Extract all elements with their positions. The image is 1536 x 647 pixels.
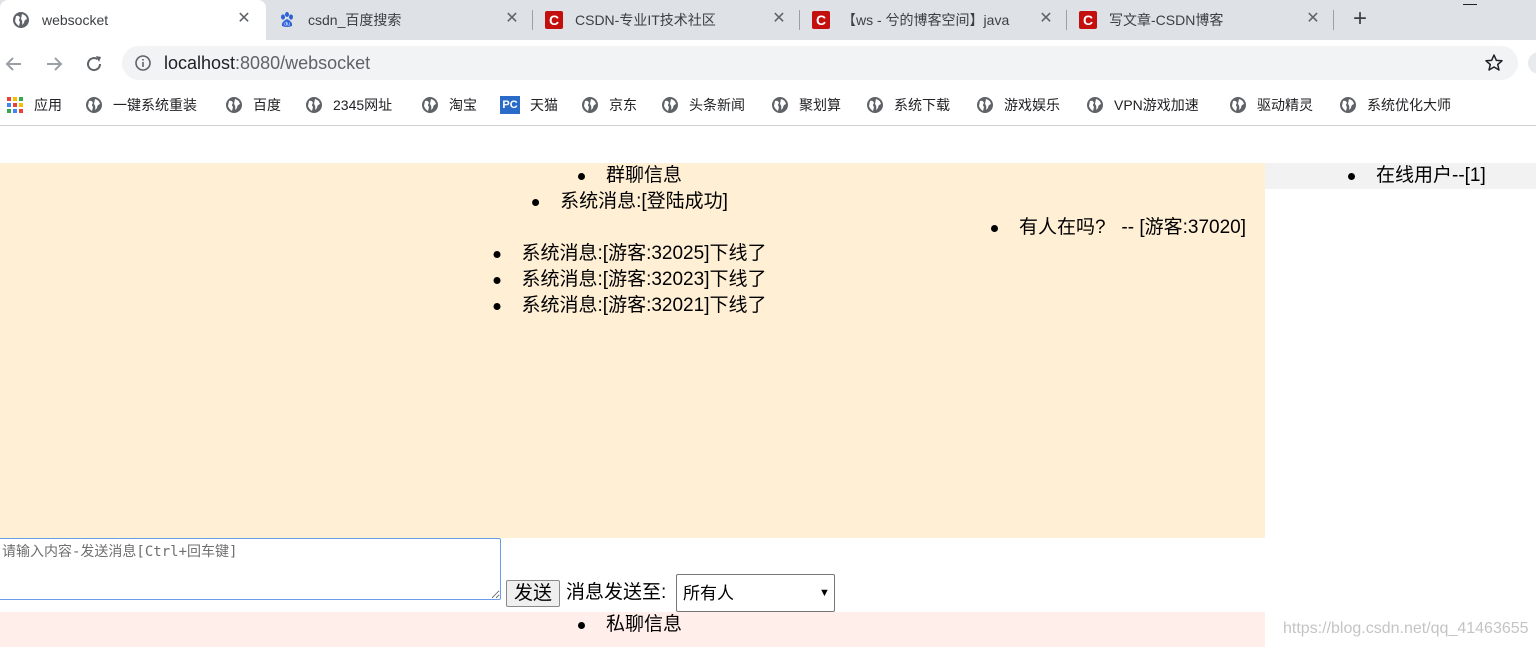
tab-csdn-home[interactable]: C CSDN-专业IT技术社区 ✕: [533, 0, 799, 40]
group-message: 系统消息:[登陆成功]: [532, 189, 728, 215]
globe-icon: [422, 97, 438, 113]
recipient-selected-value: 所有人: [683, 584, 734, 603]
bookmark-label: 系统优化大师: [1367, 97, 1451, 113]
send-to-label: 消息发送至:: [566, 582, 667, 603]
bookmark-apps[interactable]: 应用: [6, 95, 62, 115]
tab-ws-blog[interactable]: C 【ws - 兮的博客空间】java ✕: [800, 0, 1066, 40]
online-users-label: 在线用户--[1]: [1348, 163, 1486, 189]
bookmark-label: VPN游戏加速: [1114, 97, 1199, 113]
globe-icon: [306, 97, 322, 113]
group-message: 系统消息:[游客:32023]下线了: [493, 267, 766, 293]
url-path: :8080/websocket: [235, 53, 371, 73]
bookmark-label: 系统下载: [894, 97, 950, 113]
bookmark-item[interactable]: 系统下载: [866, 95, 950, 115]
tab-strip: websocket ✕ du csdn_百度搜索 ✕ C CSDN-专业IT技术…: [0, 0, 1536, 40]
group-message: 系统消息:[游客:32025]下线了: [493, 241, 766, 267]
globe-icon: [13, 12, 29, 28]
tab-title: CSDN-专业IT技术社区: [575, 12, 716, 28]
bookmark-item[interactable]: 系统优化大师: [1339, 95, 1451, 115]
bookmark-label: 驱动精灵: [1257, 97, 1313, 113]
url-text[interactable]: localhost:8080/websocket: [164, 53, 370, 73]
bookmark-item[interactable]: 京东: [581, 95, 637, 115]
tab-websocket[interactable]: websocket ✕: [0, 0, 266, 40]
bookmarks-bar: 应用 一键系统重装 百度 2345网址 淘宝 PC 天猫 京东 头条新闻 聚划算…: [0, 86, 1536, 126]
info-icon[interactable]: [134, 54, 152, 72]
globe-icon: [582, 97, 598, 113]
bookmark-label: 京东: [609, 97, 637, 113]
csdn-icon: C: [1079, 11, 1097, 29]
bookmark-item[interactable]: 一键系统重装: [85, 95, 197, 115]
recipient-select[interactable]: 所有人 ▼: [676, 574, 835, 612]
bookmark-item[interactable]: 淘宝: [421, 95, 477, 115]
bookmark-item[interactable]: 2345网址: [305, 95, 392, 115]
bookmark-item[interactable]: VPN游戏加速: [1086, 95, 1199, 115]
globe-icon: [772, 97, 788, 113]
reload-icon[interactable]: [82, 52, 106, 76]
send-button[interactable]: 发送: [506, 580, 560, 607]
bookmark-label: 百度: [253, 97, 281, 113]
tab-title: 【ws - 兮的博客空间】java: [842, 12, 1010, 28]
message-input[interactable]: [0, 538, 501, 600]
bookmark-item[interactable]: 驱动精灵: [1229, 95, 1313, 115]
close-icon[interactable]: ✕: [502, 9, 522, 29]
globe-icon: [1087, 97, 1103, 113]
close-icon[interactable]: ✕: [1036, 9, 1056, 29]
globe-icon: [1340, 97, 1356, 113]
browser-toolbar: localhost:8080/websocket: [0, 40, 1536, 86]
bookmark-label: 一键系统重装: [113, 97, 197, 113]
url-host: localhost: [164, 53, 236, 73]
new-tab-button[interactable]: +: [1346, 6, 1374, 34]
tmall-icon: PC: [500, 96, 520, 114]
tab-separator: [1333, 10, 1334, 30]
csdn-icon: C: [812, 11, 830, 29]
private-chat-title: 私聊信息: [577, 612, 682, 638]
close-icon[interactable]: ✕: [1303, 9, 1323, 29]
address-bar[interactable]: localhost:8080/websocket: [122, 46, 1518, 80]
globe-icon: [977, 97, 993, 113]
csdn-icon: C: [545, 11, 563, 29]
tab-title: websocket: [42, 12, 109, 28]
baidu-paw-icon: du: [281, 12, 293, 28]
apps-grid-icon: [7, 97, 23, 113]
bookmark-star-icon[interactable]: [1484, 53, 1504, 73]
forward-arrow-icon[interactable]: [42, 52, 66, 76]
bookmark-label: 聚划算: [799, 97, 841, 113]
bookmark-label: 应用: [34, 97, 62, 113]
close-icon[interactable]: ✕: [769, 9, 789, 29]
group-message: 有人在吗? -- [游客:37020]: [990, 215, 1246, 241]
bookmark-label: 游戏娱乐: [1004, 97, 1060, 113]
tab-baidu-search[interactable]: du csdn_百度搜索 ✕: [266, 0, 532, 40]
tab-title: csdn_百度搜索: [308, 12, 402, 28]
globe-icon: [662, 97, 678, 113]
group-message: 系统消息:[游客:32021]下线了: [493, 293, 766, 319]
group-chat-title: 群聊信息: [577, 163, 682, 189]
globe-icon: [226, 97, 242, 113]
tab-csdn-write[interactable]: C 写文章-CSDN博客 ✕: [1067, 0, 1333, 40]
globe-icon: [867, 97, 883, 113]
bookmark-item[interactable]: 头条新闻: [661, 95, 745, 115]
profile-avatar[interactable]: [1528, 52, 1536, 74]
bookmark-label: 2345网址: [333, 97, 393, 113]
globe-icon: [1230, 97, 1246, 113]
dropdown-arrow-icon: ▼: [819, 587, 830, 599]
minimize-window-button[interactable]: [1463, 4, 1477, 5]
bookmark-label: 头条新闻: [689, 97, 745, 113]
bookmark-item[interactable]: 游戏娱乐: [976, 95, 1060, 115]
svg-text:du: du: [284, 22, 290, 28]
bookmark-label: 天猫: [530, 97, 558, 113]
bookmark-item[interactable]: PC 天猫: [500, 95, 558, 115]
bookmark-label: 淘宝: [449, 97, 477, 113]
close-icon[interactable]: ✕: [234, 9, 254, 29]
watermark: https://blog.csdn.net/qq_41463655: [1283, 620, 1529, 637]
globe-icon: [86, 97, 102, 113]
back-arrow-icon[interactable]: [2, 52, 26, 76]
tab-title: 写文章-CSDN博客: [1109, 12, 1224, 28]
bookmark-item[interactable]: 百度: [225, 95, 281, 115]
bookmark-item[interactable]: 聚划算: [771, 95, 841, 115]
